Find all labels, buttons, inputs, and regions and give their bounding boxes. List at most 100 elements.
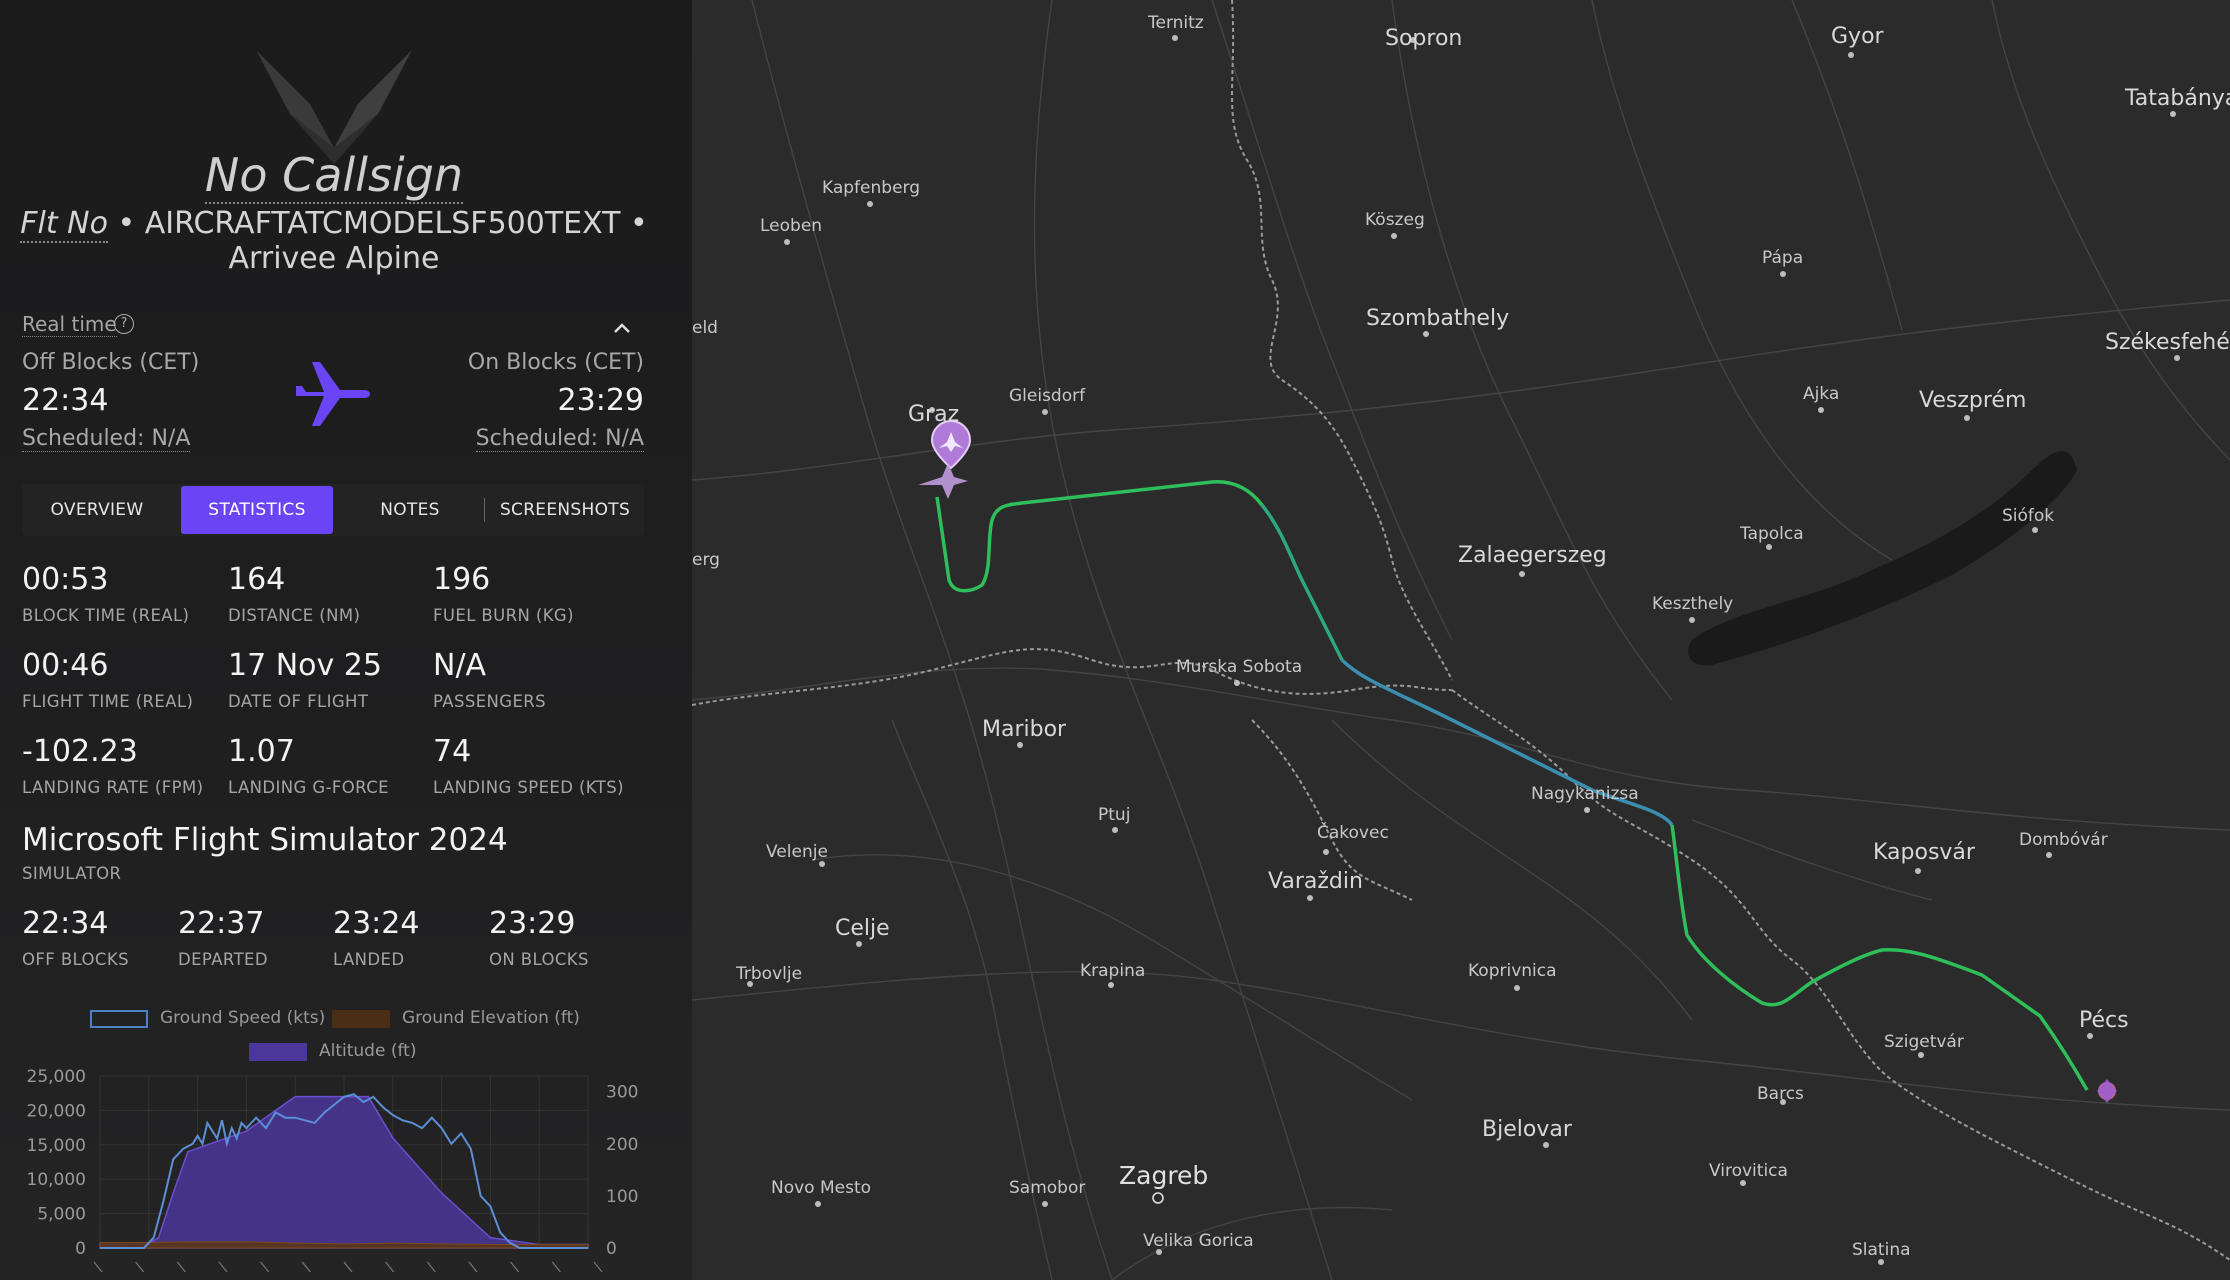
map-label: Pápa (1762, 248, 1804, 268)
simulator-name: Microsoft Flight Simulator 2024 (22, 822, 508, 858)
map-label: Köszeg (1365, 210, 1425, 230)
map-label: Gleisdorf (1009, 386, 1086, 406)
x-axis-tick (593, 1261, 603, 1273)
stat-value: 17 Nov 25 (228, 648, 382, 683)
x-axis-tick (468, 1261, 478, 1273)
map-label: Pécs (2079, 1008, 2129, 1033)
series-altitude (99, 1095, 589, 1249)
y-axis-right-tick: 300 (606, 1083, 638, 1103)
map-label: Gyor (1831, 24, 1884, 49)
simulator-label: SIMULATOR (22, 864, 122, 883)
on-blocks-label: On Blocks (CET) (467, 350, 644, 375)
map-label: Trbovlje (736, 964, 803, 984)
flight-number[interactable]: Flt No (20, 206, 108, 243)
phase-label: LANDED (333, 950, 405, 969)
map-label: Bjelovar (1482, 1117, 1572, 1142)
legend-ground-elevation[interactable]: Ground Elevation (ft) (402, 1008, 580, 1028)
map-label: Novo Mesto (771, 1178, 872, 1198)
stat-label: LANDING G-FORCE (228, 778, 389, 797)
phase-time: 23:29 (489, 906, 576, 941)
y-axis-left-tick: 0 (75, 1239, 86, 1259)
map-label: Zagreb (1119, 1161, 1209, 1190)
y-axis-left-tick: 15,000 (27, 1136, 86, 1156)
stat-value: 00:53 (22, 562, 109, 597)
x-axis-tick (385, 1261, 395, 1273)
stat-label: FUEL BURN (KG) (433, 606, 574, 625)
stat-value: 1.07 (228, 734, 295, 769)
phase-label: DEPARTED (178, 950, 268, 969)
map-label: Leoben (760, 216, 823, 236)
map-label: Kapfenberg (822, 178, 921, 198)
x-axis-tick (510, 1261, 520, 1273)
map-label: Székesfehérv (2105, 330, 2230, 355)
map-label: Slatina (1852, 1240, 1911, 1260)
tab-statistics[interactable]: STATISTICS (181, 486, 333, 534)
map-label: Tatabánya (2125, 86, 2230, 111)
help-icon[interactable]: ? (114, 314, 134, 334)
map-label: Keszthely (1652, 594, 1734, 614)
stat-value: N/A (433, 648, 487, 683)
y-axis-left-tick: 25,000 (27, 1067, 86, 1087)
y-axis-right-tick: 100 (606, 1187, 638, 1207)
map-label: Krapina (1080, 961, 1146, 981)
map-label: Koprivnica (1468, 961, 1557, 981)
tab-notes[interactable]: NOTES (334, 486, 486, 534)
stat-label: PASSENGERS (433, 692, 547, 711)
map-label: Murska Sobota (1176, 657, 1303, 677)
off-blocks-time: 22:34 (22, 383, 109, 418)
map-label: Sopron (1385, 26, 1463, 51)
stat-label: BLOCK TIME (REAL) (22, 606, 190, 625)
map-label: Szigetvár (1884, 1032, 1964, 1052)
map-label: Nagykanizsa (1531, 784, 1639, 804)
phase-time: 23:24 (333, 906, 420, 941)
map-label: Tapolca (1740, 524, 1804, 544)
map-label: Ptuj (1098, 805, 1131, 825)
x-axis-tick (176, 1261, 186, 1273)
phase-label: OFF BLOCKS (22, 950, 129, 969)
stat-label: FLIGHT TIME (REAL) (22, 692, 194, 711)
x-axis-tick (551, 1261, 561, 1273)
x-axis-tick (301, 1261, 311, 1273)
x-axis-tick (260, 1261, 270, 1273)
tab-screenshots[interactable]: SCREENSHOTS (486, 486, 644, 534)
real-time-label: Real time (22, 312, 117, 337)
y-axis-right-tick: 0 (606, 1239, 617, 1259)
stat-value: 00:46 (22, 648, 109, 683)
map-label: Varaždin (1268, 869, 1363, 894)
off-blocks-scheduled: Scheduled: N/A (22, 426, 191, 452)
y-axis-left-tick: 5,000 (37, 1205, 86, 1225)
operator-name: Arrivee Alpine (228, 241, 440, 276)
tab-overview[interactable]: OVERVIEW (22, 486, 172, 534)
phase-time: 22:34 (22, 906, 109, 941)
x-axis-tick (93, 1261, 103, 1273)
flight-subtitle: Flt No • AIRCRAFTATCMODELSF500TEXT • Arr… (20, 206, 648, 276)
stat-label: DISTANCE (NM) (228, 606, 361, 625)
stat-value: 74 (433, 734, 472, 769)
map-label: Zalaegerszeg (1458, 543, 1607, 568)
map-label: eld (692, 318, 718, 338)
off-blocks-label: Off Blocks (CET) (22, 350, 200, 375)
map-label: Velenje (766, 842, 828, 862)
stat-label: LANDING SPEED (KTS) (433, 778, 624, 797)
legend-ground-speed[interactable]: Ground Speed (kts) (160, 1008, 325, 1028)
map-label: Velika Gorica (1143, 1231, 1254, 1251)
tab-divider (484, 498, 485, 522)
phase-time: 22:37 (178, 906, 265, 941)
legend-swatch-ground-elevation[interactable] (332, 1010, 390, 1028)
legend-swatch-ground-speed[interactable] (90, 1010, 148, 1028)
stat-value: -102.23 (22, 734, 138, 769)
map-label: Szombathely (1366, 306, 1510, 331)
aircraft-type: AIRCRAFTATCMODELSF500TEXT (144, 206, 621, 241)
x-axis-tick (343, 1261, 353, 1273)
route-map[interactable]: Ternitz Sopron Gyor Tatabánya Kapfenberg… (692, 0, 2230, 1280)
map-label: Ternitz (1148, 13, 1204, 33)
phase-label: ON BLOCKS (489, 950, 589, 969)
y-axis-right-tick: 200 (606, 1135, 638, 1155)
airplane-icon (296, 362, 370, 426)
map-label: Kaposvár (1873, 840, 1975, 865)
map-label: Celje (835, 916, 890, 941)
map-label: Veszprém (1919, 388, 2027, 413)
chevron-up-icon[interactable] (612, 318, 632, 338)
map-label: Barcs (1757, 1084, 1804, 1104)
stat-label: LANDING RATE (FPM) (22, 778, 204, 797)
